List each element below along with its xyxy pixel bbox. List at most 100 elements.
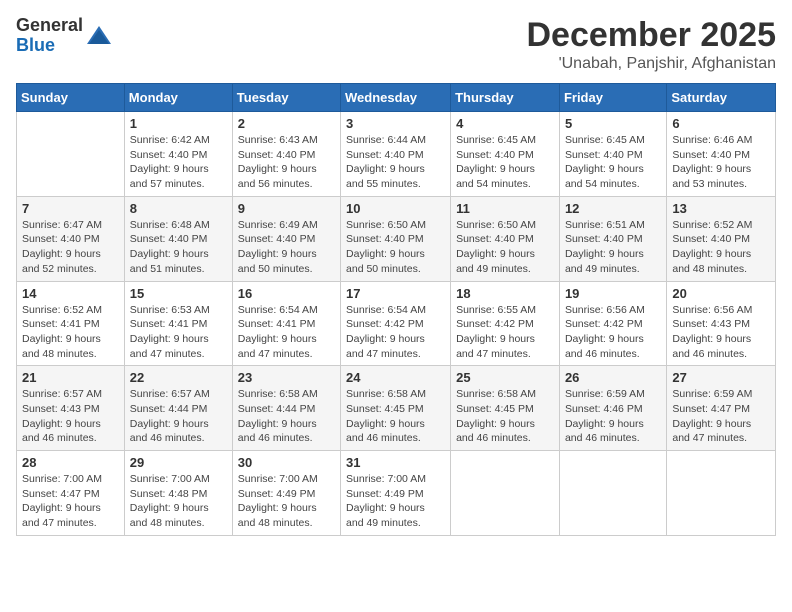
day-number: 2 [238,116,335,131]
day-number: 3 [346,116,445,131]
day-info: Sunrise: 6:54 AMSunset: 4:42 PMDaylight:… [346,303,445,362]
logo-general-text: General [16,16,83,36]
day-info: Sunrise: 7:00 AMSunset: 4:47 PMDaylight:… [22,472,119,531]
day-info: Sunrise: 6:55 AMSunset: 4:42 PMDaylight:… [456,303,554,362]
calendar-cell [17,112,125,197]
day-number: 5 [565,116,661,131]
day-number: 16 [238,286,335,301]
weekday-header: Monday [124,84,232,112]
calendar-cell: 14 Sunrise: 6:52 AMSunset: 4:41 PMDayligh… [17,281,125,366]
day-number: 26 [565,370,661,385]
day-number: 7 [22,201,119,216]
day-number: 20 [672,286,770,301]
day-number: 22 [130,370,227,385]
day-info: Sunrise: 6:47 AMSunset: 4:40 PMDaylight:… [22,218,119,277]
day-info: Sunrise: 6:59 AMSunset: 4:46 PMDaylight:… [565,387,661,446]
day-number: 17 [346,286,445,301]
calendar-cell: 8Sunrise: 6:48 AMSunset: 4:40 PMDaylight… [124,196,232,281]
day-number: 4 [456,116,554,131]
calendar-cell: 23 Sunrise: 6:58 AMSunset: 4:44 PMDayligh… [232,366,340,451]
day-info: Sunrise: 6:58 AMSunset: 4:45 PMDaylight:… [456,387,554,446]
calendar-cell: 16 Sunrise: 6:54 AMSunset: 4:41 PMDayligh… [232,281,340,366]
logo: General Blue [16,16,113,56]
calendar-week-row: 21 Sunrise: 6:57 AMSunset: 4:43 PMDayligh… [17,366,776,451]
day-number: 10 [346,201,445,216]
calendar-cell [451,451,560,536]
location-title: 'Unabah, Panjshir, Afghanistan [526,55,776,73]
day-number: 1 [130,116,227,131]
day-number: 15 [130,286,227,301]
calendar-cell: 27Sunrise: 6:59 AMSunset: 4:47 PMDayligh… [667,366,776,451]
day-number: 21 [22,370,119,385]
weekday-header: Saturday [667,84,776,112]
day-info: Sunrise: 6:56 AMSunset: 4:42 PMDaylight:… [565,303,661,362]
calendar-cell: 9 Sunrise: 6:49 AMSunset: 4:40 PMDaylight… [232,196,340,281]
calendar-week-row: 14 Sunrise: 6:52 AMSunset: 4:41 PMDayligh… [17,281,776,366]
logo-icon [85,22,113,50]
day-info: Sunrise: 6:43 AMSunset: 4:40 PMDaylight:… [238,133,335,192]
calendar-week-row: 7 Sunrise: 6:47 AMSunset: 4:40 PMDaylight… [17,196,776,281]
day-number: 25 [456,370,554,385]
calendar-cell: 7 Sunrise: 6:47 AMSunset: 4:40 PMDaylight… [17,196,125,281]
day-number: 11 [456,201,554,216]
day-number: 12 [565,201,661,216]
day-info: Sunrise: 6:57 AMSunset: 4:43 PMDaylight:… [22,387,119,446]
day-number: 23 [238,370,335,385]
day-info: Sunrise: 6:44 AMSunset: 4:40 PMDaylight:… [346,133,445,192]
calendar-table: SundayMondayTuesdayWednesdayThursdayFrid… [16,83,776,536]
day-info: Sunrise: 6:57 AMSunset: 4:44 PMDaylight:… [130,387,227,446]
day-info: Sunrise: 6:53 AMSunset: 4:41 PMDaylight:… [130,303,227,362]
calendar-header-row: SundayMondayTuesdayWednesdayThursdayFrid… [17,84,776,112]
day-info: Sunrise: 6:49 AMSunset: 4:40 PMDaylight:… [238,218,335,277]
calendar-cell: 28 Sunrise: 7:00 AMSunset: 4:47 PMDayligh… [17,451,125,536]
calendar-cell: 15 Sunrise: 6:53 AMSunset: 4:41 PMDayligh… [124,281,232,366]
day-info: Sunrise: 6:52 AMSunset: 4:41 PMDaylight:… [22,303,119,362]
calendar-cell: 31Sunrise: 7:00 AMSunset: 4:49 PMDayligh… [341,451,451,536]
logo-blue-text: Blue [16,36,83,56]
calendar-cell: 17 Sunrise: 6:54 AMSunset: 4:42 PMDayligh… [341,281,451,366]
day-info: Sunrise: 6:56 AMSunset: 4:43 PMDaylight:… [672,303,770,362]
day-number: 28 [22,455,119,470]
weekday-header: Sunday [17,84,125,112]
day-number: 14 [22,286,119,301]
calendar-week-row: 1Sunrise: 6:42 AMSunset: 4:40 PMDaylight… [17,112,776,197]
calendar-cell: 4 Sunrise: 6:45 AMSunset: 4:40 PMDaylight… [451,112,560,197]
calendar-cell: 20 Sunrise: 6:56 AMSunset: 4:43 PMDayligh… [667,281,776,366]
calendar-cell: 2 Sunrise: 6:43 AMSunset: 4:40 PMDaylight… [232,112,340,197]
calendar-cell: 6Sunrise: 6:46 AMSunset: 4:40 PMDaylight… [667,112,776,197]
page-header: General Blue December 2025 'Unabah, Panj… [16,16,776,73]
month-title: December 2025 [526,16,776,55]
day-info: Sunrise: 6:52 AMSunset: 4:40 PMDaylight:… [672,218,770,277]
day-info: Sunrise: 6:59 AMSunset: 4:47 PMDaylight:… [672,387,770,446]
day-info: Sunrise: 6:50 AMSunset: 4:40 PMDaylight:… [346,218,445,277]
calendar-cell: 22 Sunrise: 6:57 AMSunset: 4:44 PMDayligh… [124,366,232,451]
calendar-cell: 25 Sunrise: 6:58 AMSunset: 4:45 PMDayligh… [451,366,560,451]
day-number: 30 [238,455,335,470]
day-info: Sunrise: 6:54 AMSunset: 4:41 PMDaylight:… [238,303,335,362]
day-info: Sunrise: 7:00 AMSunset: 4:48 PMDaylight:… [130,472,227,531]
day-info: Sunrise: 6:45 AMSunset: 4:40 PMDaylight:… [456,133,554,192]
day-info: Sunrise: 6:58 AMSunset: 4:44 PMDaylight:… [238,387,335,446]
day-number: 19 [565,286,661,301]
day-info: Sunrise: 6:48 AMSunset: 4:40 PMDaylight:… [130,218,227,277]
day-info: Sunrise: 6:51 AMSunset: 4:40 PMDaylight:… [565,218,661,277]
day-info: Sunrise: 6:45 AMSunset: 4:40 PMDaylight:… [565,133,661,192]
weekday-header: Wednesday [341,84,451,112]
calendar-cell: 5 Sunrise: 6:45 AMSunset: 4:40 PMDaylight… [559,112,666,197]
day-number: 9 [238,201,335,216]
calendar-cell: 10 Sunrise: 6:50 AMSunset: 4:40 PMDayligh… [341,196,451,281]
title-area: December 2025 'Unabah, Panjshir, Afghani… [526,16,776,73]
day-info: Sunrise: 6:46 AMSunset: 4:40 PMDaylight:… [672,133,770,192]
day-info: Sunrise: 7:00 AMSunset: 4:49 PMDaylight:… [238,472,335,531]
day-info: Sunrise: 6:50 AMSunset: 4:40 PMDaylight:… [456,218,554,277]
calendar-cell: 18 Sunrise: 6:55 AMSunset: 4:42 PMDayligh… [451,281,560,366]
calendar-cell: 1Sunrise: 6:42 AMSunset: 4:40 PMDaylight… [124,112,232,197]
calendar-cell: 13 Sunrise: 6:52 AMSunset: 4:40 PMDayligh… [667,196,776,281]
day-number: 13 [672,201,770,216]
day-number: 29 [130,455,227,470]
day-number: 18 [456,286,554,301]
weekday-header: Friday [559,84,666,112]
calendar-cell: 26 Sunrise: 6:59 AMSunset: 4:46 PMDayligh… [559,366,666,451]
calendar-cell: 12 Sunrise: 6:51 AMSunset: 4:40 PMDayligh… [559,196,666,281]
calendar-cell: 11 Sunrise: 6:50 AMSunset: 4:40 PMDayligh… [451,196,560,281]
